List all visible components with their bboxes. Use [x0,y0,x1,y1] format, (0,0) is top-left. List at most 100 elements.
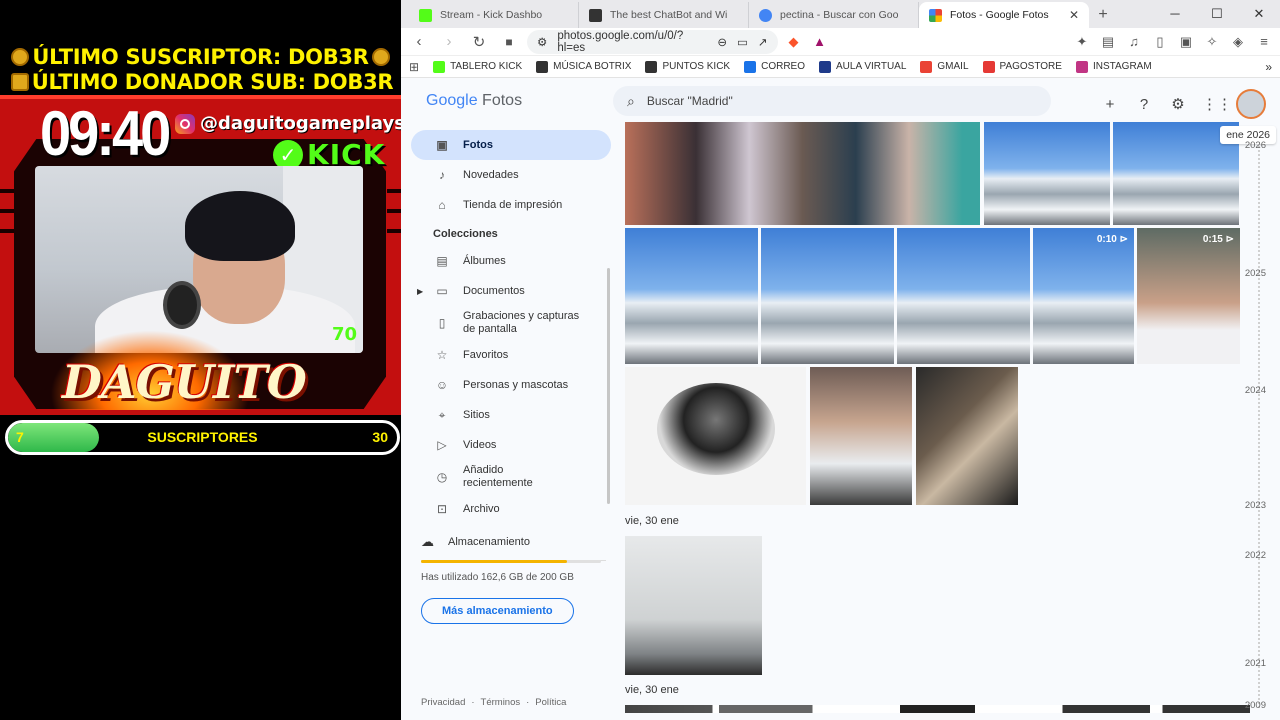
photo-thumbnail[interactable] [916,367,1018,505]
url-bar[interactable]: ⚙ photos.google.com/u/0/?hl=es ⊖ ▭ ↗ [527,29,778,54]
timeline-scrubber[interactable] [1258,138,1260,708]
settings-icon[interactable]: ⚙ [1168,95,1188,113]
back-icon[interactable]: ‹ [407,33,431,50]
bell-icon: ♪ [439,168,445,182]
forward-icon[interactable]: › [437,33,461,50]
leo-icon[interactable]: ✧ [1202,34,1222,50]
more-storage-button[interactable]: Más almacenamiento [421,598,574,624]
address-bar-row: ‹ › ↻ ■ ⚙ photos.google.com/u/0/?hl=es ⊖ ▭ ↗… [401,28,1280,56]
timeline-year[interactable]: 2023 [1245,500,1266,511]
menu-icon[interactable]: ≡ [1254,34,1274,49]
bookmark-item[interactable]: INSTAGRAM [1075,60,1152,73]
close-tab-icon[interactable]: ✕ [1069,8,1079,22]
share-icon[interactable]: ↗ [758,35,768,49]
media-icon[interactable]: ♫ [1124,34,1144,49]
tab-google-photos[interactable]: Fotos - Google Fotos ✕ [919,2,1089,28]
wallet-icon[interactable]: ▣ [1176,34,1196,50]
bookmark-label: PUNTOS KICK [662,61,731,72]
google-photos-logo[interactable]: Google Fotos [426,92,522,110]
nav-label: Álbumes [463,255,506,267]
nav-recientes[interactable]: ◷ Añadido recientemente [411,460,611,494]
nav-albumes[interactable]: ▤ Álbumes [411,246,611,276]
photo-thumbnail[interactable] [625,122,980,225]
expand-arrow-icon[interactable]: ▶ [417,287,423,296]
tab-google-search[interactable]: pectina - Buscar con Goo [749,2,919,28]
timeline-year[interactable]: 2025 [1245,268,1266,279]
nav-label: Novedades [463,169,519,181]
nav-personas[interactable]: ☺ Personas y mascotas [411,370,611,400]
close-icon[interactable]: ✕ [1238,0,1280,28]
nav-archivo[interactable]: ⊡ Archivo [411,494,611,524]
vpn-icon[interactable]: ◈ [1228,34,1248,50]
timeline-year[interactable]: 2024 [1245,385,1266,396]
minimize-icon[interactable]: ─ [1154,0,1196,28]
photo-thumbnail[interactable] [625,705,1250,713]
tab-botrix[interactable]: The best ChatBot and Wi [579,2,749,28]
bookmark-icon[interactable]: ■ [497,35,521,49]
bookmark-item[interactable]: TABLERO KICK [433,60,522,73]
avatar[interactable] [1236,89,1266,119]
nav-label: Documentos [463,285,525,297]
photo-thumbnail[interactable] [761,228,894,364]
sidebar-icon[interactable]: ▤ [1098,34,1118,50]
nav-tienda[interactable]: ⌂ Tienda de impresión [411,190,611,220]
sidebar-scrollbar[interactable] [607,268,610,504]
photos-sidebar: ▣ Fotos ♪ Novedades ⌂ Tienda de impresión C… [411,130,611,720]
bookmark-item[interactable]: MÚSICA BOTRIX [536,60,632,73]
bookmark-item[interactable]: GMAIL [920,60,969,73]
nav-sitios[interactable]: ⌖ Sitios [411,400,611,430]
photo-thumbnail[interactable] [625,536,762,675]
bookmark-item[interactable]: PUNTOS KICK [645,60,731,73]
bookmark-favicon [744,60,757,73]
timeline-year[interactable]: 2026 [1245,140,1266,151]
reload-icon[interactable]: ↻ [467,33,491,51]
bookmark-item[interactable]: AULA VIRTUAL [819,60,906,73]
search-placeholder: Buscar "Madrid" [646,94,733,108]
policy-link[interactable]: Política [535,697,566,708]
more-bookmarks-icon[interactable]: » [1265,60,1272,74]
bookmark-label: MÚSICA BOTRIX [553,61,632,72]
terms-link[interactable]: Términos [481,697,521,708]
timeline-year[interactable]: 2021 [1245,658,1266,669]
photo-thumbnail[interactable] [810,367,912,505]
zoom-icon[interactable]: ⊖ [717,35,727,49]
help-icon[interactable]: ? [1134,96,1154,113]
nav-documentos[interactable]: ▶ ▭ Documentos [411,276,611,306]
extensions-icon[interactable]: ✦ [1072,34,1092,50]
nav-novedades[interactable]: ♪ Novedades [411,160,611,190]
site-info-icon[interactable]: ⚙ [537,35,547,49]
apps-icon[interactable]: ⊞ [409,60,419,74]
bookmark-item[interactable]: CORREO [744,60,805,73]
brave-rewards-icon[interactable]: ▲ [810,34,830,49]
add-icon[interactable]: + [1100,96,1120,113]
photo-thumbnail[interactable] [625,228,758,364]
nav-fotos[interactable]: ▣ Fotos [411,130,611,160]
storage-title[interactable]: ☁ Almacenamiento [421,534,601,550]
split-view-icon[interactable]: ▯ [1150,34,1170,50]
privacy-link[interactable]: Privacidad [421,697,465,708]
timeline-year[interactable]: 2009 [1245,700,1266,711]
new-tab-button[interactable]: + [1089,2,1117,28]
video-thumbnail[interactable]: 0:10 ⊳ [1033,228,1134,364]
bookmark-item[interactable]: PAGOSTORE [982,60,1062,73]
nav-videos[interactable]: ▷ Videos [411,430,611,460]
album-icon: ▤ [436,254,448,268]
video-thumbnail[interactable]: 0:15 ⊳ [1137,228,1240,364]
photo-thumbnail[interactable] [625,367,806,505]
brave-shield-icon[interactable]: ◆ [784,34,804,50]
apps-grid-icon[interactable]: ⋮⋮ [1202,95,1232,113]
bookmark-favicon [982,60,995,73]
tab-kick-dashboard[interactable]: Stream - Kick Dashbo [409,2,579,28]
photos-icon [929,8,942,22]
maximize-icon[interactable]: ☐ [1196,0,1238,28]
photo-thumbnail[interactable] [897,228,1030,364]
nav-favoritos[interactable]: ☆ Favoritos [411,340,611,370]
medal-icon [11,48,30,66]
install-icon[interactable]: ▭ [737,35,748,49]
photo-thumbnail[interactable] [984,122,1110,225]
nav-grabaciones[interactable]: ▯ Grabaciones y capturas de pantalla [411,306,611,340]
search-input[interactable]: ⌕ Buscar "Madrid" [613,86,1051,116]
timeline-year[interactable]: 2022 [1245,550,1266,561]
search-icon[interactable]: ⌕ [627,93,635,110]
star-icon: ☆ [436,348,448,362]
